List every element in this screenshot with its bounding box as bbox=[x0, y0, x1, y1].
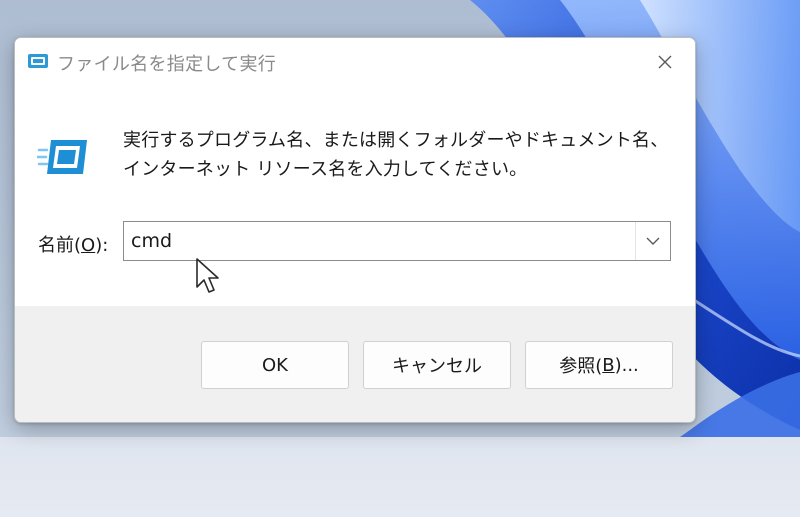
ok-button[interactable]: OK bbox=[201, 341, 349, 389]
cancel-button[interactable]: キャンセル bbox=[363, 341, 511, 389]
ok-button-label: OK bbox=[262, 354, 288, 376]
content-area: 実行するプログラム名、または開くフォルダーやドキュメント名、インターネット リソ… bbox=[15, 86, 695, 306]
chevron-down-icon bbox=[646, 237, 660, 245]
open-input[interactable] bbox=[124, 222, 636, 260]
run-icon bbox=[28, 54, 48, 68]
taskbar-area bbox=[0, 437, 800, 517]
mouse-pointer-icon bbox=[196, 258, 219, 293]
name-label: 名前(O): bbox=[38, 231, 108, 257]
name-label-prefix: 名前( bbox=[38, 235, 82, 256]
button-bar: OK キャンセル 参照(B)... bbox=[15, 306, 695, 422]
run-description: 実行するプログラム名、または開くフォルダーやドキュメント名、インターネット リソ… bbox=[123, 130, 669, 180]
name-label-suffix: ): bbox=[95, 235, 109, 256]
browse-button[interactable]: 参照(B)... bbox=[525, 341, 673, 389]
browse-label-suffix: )... bbox=[614, 354, 639, 376]
title-bar[interactable]: ファイル名を指定して実行 bbox=[15, 38, 695, 86]
cancel-button-label: キャンセル bbox=[392, 356, 482, 377]
dialog-title: ファイル名を指定して実行 bbox=[57, 54, 277, 75]
dropdown-button[interactable] bbox=[635, 222, 670, 260]
run-dialog: ファイル名を指定して実行 実行するプログラム名、または開くフォルダーやドキュメン… bbox=[14, 37, 696, 423]
open-combobox[interactable] bbox=[123, 221, 671, 261]
name-label-mnemonic: O bbox=[81, 235, 96, 256]
close-icon bbox=[658, 55, 672, 69]
run-program-icon bbox=[37, 140, 87, 174]
close-button[interactable] bbox=[645, 44, 685, 80]
browse-label-prefix: 参照( bbox=[559, 356, 603, 377]
browse-label-mnemonic: B bbox=[602, 354, 615, 376]
